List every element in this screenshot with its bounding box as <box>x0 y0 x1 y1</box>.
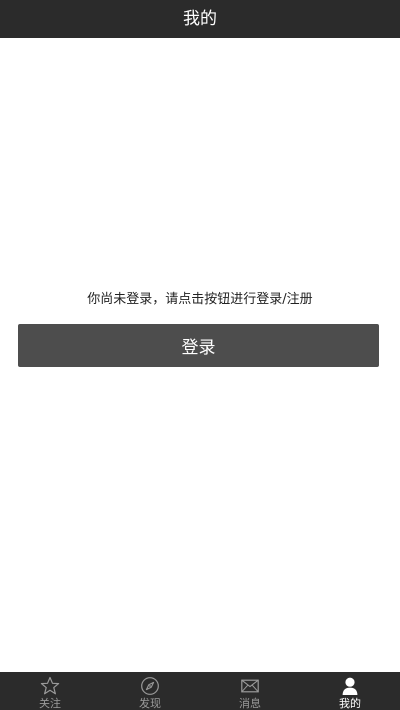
star-outline-icon <box>40 676 60 695</box>
tab-follow[interactable]: 关注 <box>0 672 100 710</box>
envelope-icon <box>241 679 259 693</box>
tab-label-mine: 我的 <box>339 697 361 710</box>
app-screen: 我的 你尚未登录，请点击按钮进行登录/注册 登录 关注 发现 消息 我的 <box>0 0 400 710</box>
person-icon <box>342 677 358 695</box>
tab-discover[interactable]: 发现 <box>100 672 200 710</box>
login-button-label: 登录 <box>181 338 216 358</box>
page-title: 我的 <box>183 9 217 29</box>
bottom-tab-bar: 关注 发现 消息 我的 <box>0 672 400 710</box>
main-content: 你尚未登录，请点击按钮进行登录/注册 登录 <box>0 38 400 672</box>
tab-mine[interactable]: 我的 <box>300 672 400 710</box>
login-button[interactable]: 登录 <box>18 324 379 367</box>
tab-label-follow: 关注 <box>39 697 61 710</box>
login-prompt-text: 你尚未登录，请点击按钮进行登录/注册 <box>87 292 313 307</box>
title-bar: 我的 <box>0 0 400 38</box>
compass-icon <box>141 677 159 695</box>
tab-label-messages: 消息 <box>239 697 261 710</box>
tab-label-discover: 发现 <box>139 697 161 710</box>
tab-messages[interactable]: 消息 <box>200 672 300 710</box>
